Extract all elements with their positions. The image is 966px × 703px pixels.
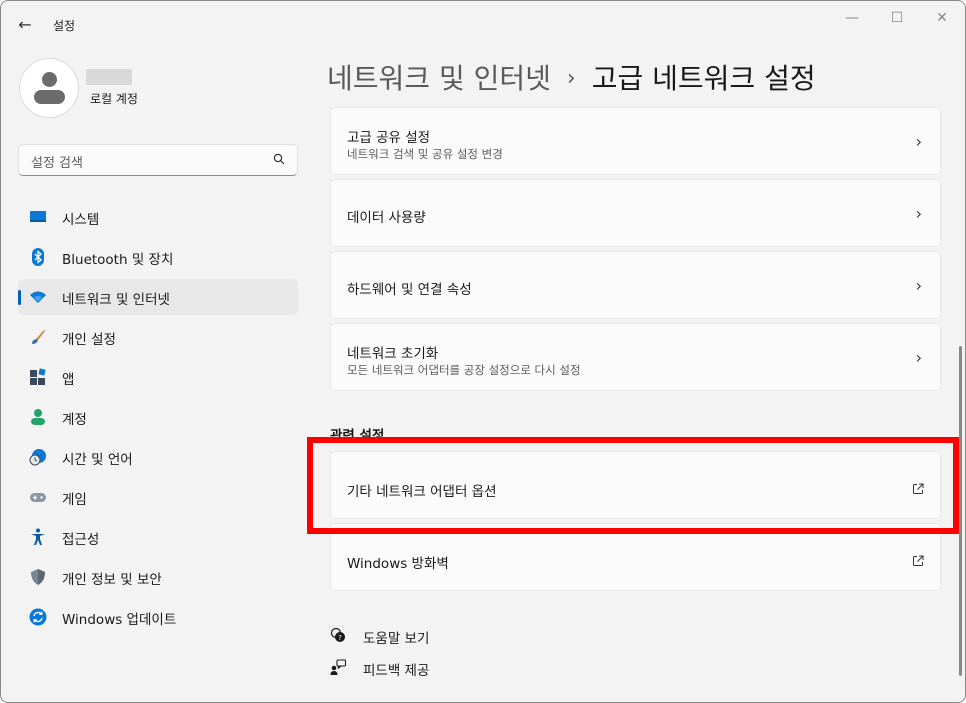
sidebar-item-label: 앱 — [62, 372, 75, 388]
shield-icon — [29, 568, 47, 586]
card-title: 하드웨어 및 연결 속성 — [347, 282, 472, 298]
update-icon — [29, 608, 47, 626]
bluetooth-icon — [29, 248, 47, 266]
sidebar-item-gaming[interactable]: 게임 — [18, 479, 298, 515]
breadcrumb-separator: › — [566, 66, 576, 91]
chevron-right-icon: › — [915, 348, 922, 367]
accessibility-icon — [29, 528, 47, 546]
sidebar-item-accessibility[interactable]: 접근성 — [18, 519, 298, 555]
advanced-sharing-card[interactable]: 고급 공유 설정 네트워크 검색 및 공유 설정 변경 › — [330, 107, 941, 175]
system-icon — [29, 208, 47, 226]
breadcrumb-parent[interactable]: 네트워크 및 인터넷 — [327, 62, 551, 95]
apps-icon — [29, 368, 47, 386]
sidebar-item-apps[interactable]: 앱 — [18, 359, 298, 395]
sidebar-item-time-language[interactable]: 시간 및 언어 — [18, 439, 298, 475]
sidebar-item-label: 게임 — [62, 492, 87, 508]
card-title: 고급 공유 설정 — [347, 130, 431, 146]
feedback-icon — [330, 659, 347, 675]
help-icon: ? — [330, 627, 346, 643]
breadcrumb: 네트워크 및 인터넷 › 고급 네트워크 설정 — [327, 57, 816, 97]
sidebar-item-label: 개인 설정 — [62, 332, 116, 348]
svg-text:?: ? — [338, 634, 342, 642]
chevron-right-icon: › — [915, 276, 922, 295]
search-placeholder: 설정 검색 — [31, 156, 83, 171]
feedback-label: 피드백 제공 — [363, 663, 430, 679]
card-title: 데이터 사용량 — [347, 210, 426, 226]
sidebar-item-label: 접근성 — [62, 532, 100, 548]
search-icon — [273, 153, 285, 168]
back-arrow-icon[interactable]: ← — [13, 13, 37, 37]
settings-window: ← 설정 — ☐ ✕ 로컬 계정 설정 검색 시스템 Bluetooth 및 장… — [0, 0, 966, 703]
active-indicator — [18, 290, 21, 305]
hardware-properties-card[interactable]: 하드웨어 및 연결 속성 › — [330, 251, 941, 319]
sidebar-item-label: 개인 정보 및 보안 — [62, 572, 162, 588]
app-title: 설정 — [53, 19, 76, 33]
gamepad-icon — [29, 488, 47, 506]
chevron-right-icon: › — [915, 204, 922, 223]
chevron-right-icon: › — [915, 132, 922, 151]
highlight-box — [307, 437, 959, 534]
sidebar-item-system[interactable]: 시스템 — [18, 199, 298, 235]
avatar[interactable] — [19, 58, 79, 118]
card-title: Windows 방화벽 — [347, 556, 449, 572]
sidebar-item-label: Bluetooth 및 장치 — [62, 252, 174, 268]
sidebar-item-label: Windows 업데이트 — [62, 612, 177, 628]
external-link-icon — [912, 552, 924, 566]
sidebar-item-network[interactable]: 네트워크 및 인터넷 — [18, 279, 298, 315]
sidebar-item-bluetooth[interactable]: Bluetooth 및 장치 — [18, 239, 298, 275]
data-usage-card[interactable]: 데이터 사용량 › — [330, 179, 941, 247]
get-help-link[interactable]: ? 도움말 보기 — [330, 624, 530, 648]
card-title: 네트워크 초기화 — [347, 346, 439, 362]
sidebar-item-personalization[interactable]: 개인 설정 — [18, 319, 298, 355]
account-type-label: 로컬 계정 — [90, 92, 138, 106]
minimize-button[interactable]: — — [829, 5, 875, 33]
network-reset-card[interactable]: 네트워크 초기화 모든 네트워크 어댑터를 공장 설정으로 다시 설정 › — [330, 323, 941, 391]
sidebar-item-label: 계정 — [62, 412, 87, 428]
card-subtitle: 모든 네트워크 어댑터를 공장 설정으로 다시 설정 — [347, 363, 581, 377]
close-button[interactable]: ✕ — [919, 5, 965, 33]
feedback-link[interactable]: 피드백 제공 — [330, 656, 530, 680]
maximize-button[interactable]: ☐ — [874, 5, 920, 33]
user-name-redacted — [86, 69, 132, 85]
page-title: 고급 네트워크 설정 — [591, 62, 816, 95]
scrollbar[interactable] — [959, 346, 962, 676]
sidebar-item-accounts[interactable]: 계정 — [18, 399, 298, 435]
sidebar-item-label: 시간 및 언어 — [62, 452, 133, 468]
account-icon — [29, 408, 47, 426]
help-label: 도움말 보기 — [363, 631, 430, 647]
sidebar-item-label: 시스템 — [62, 212, 100, 228]
sidebar-item-privacy[interactable]: 개인 정보 및 보안 — [18, 559, 298, 595]
card-subtitle: 네트워크 검색 및 공유 설정 변경 — [347, 147, 503, 161]
wifi-icon — [29, 288, 47, 306]
search-input[interactable]: 설정 검색 — [18, 144, 298, 176]
sidebar-item-label: 네트워크 및 인터넷 — [62, 292, 170, 308]
brush-icon — [29, 328, 47, 346]
globe-clock-icon — [29, 448, 47, 466]
sidebar-item-windows-update[interactable]: Windows 업데이트 — [18, 599, 298, 635]
